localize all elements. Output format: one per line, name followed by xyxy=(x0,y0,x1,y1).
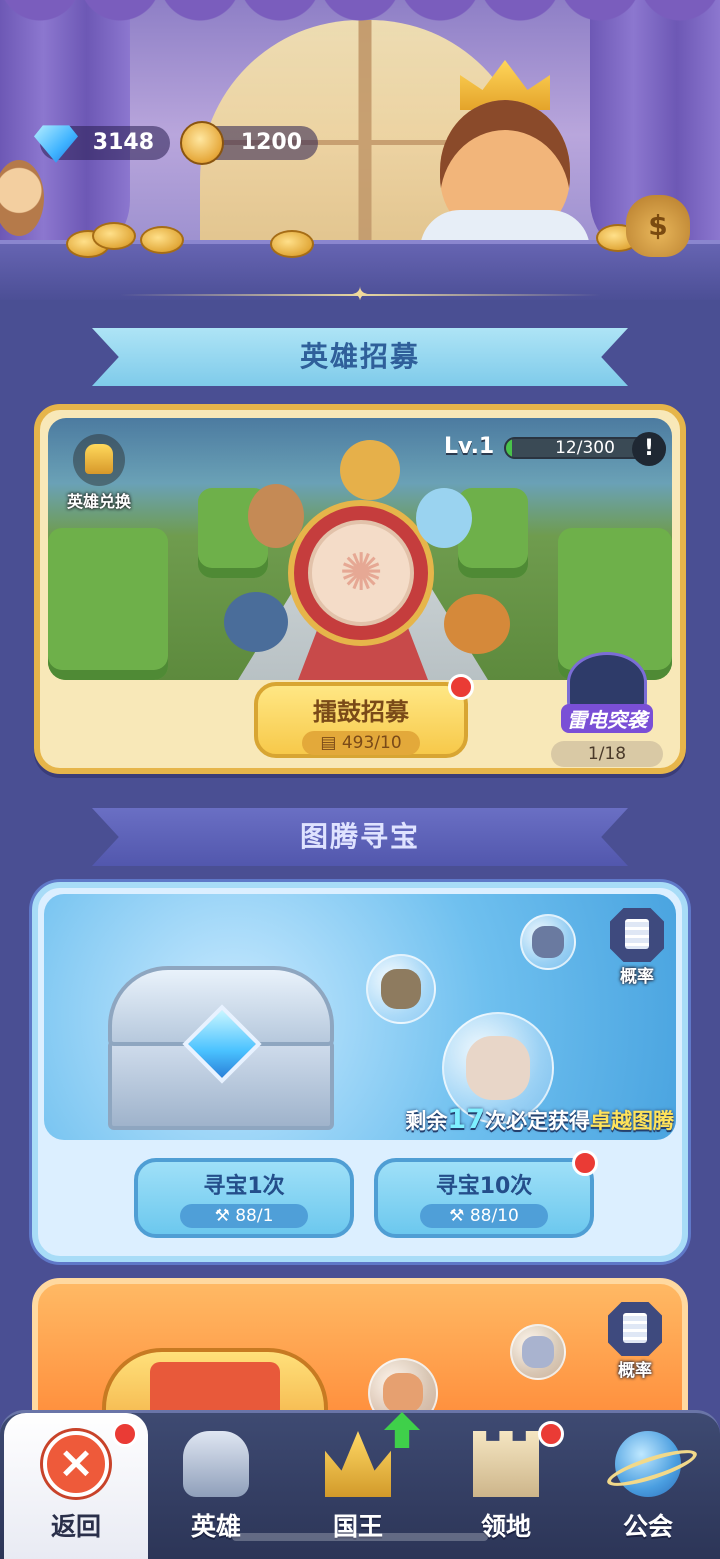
cat-totem-icon xyxy=(383,1373,423,1413)
hammer-icon: ⚒ xyxy=(449,1206,470,1226)
guarantee-mid: 次必定获得 xyxy=(485,1109,590,1133)
treasure-rate-button[interactable]: 概率 xyxy=(604,908,670,988)
notification-dot xyxy=(112,1421,138,1447)
notification-dot xyxy=(448,674,474,700)
home-indicator xyxy=(232,1533,488,1541)
helmet-exchange-icon xyxy=(73,434,125,486)
drum-recruit-label: 擂鼓招募 xyxy=(313,698,409,726)
coin-pile xyxy=(270,230,314,258)
hero-exchange-button[interactable]: 英雄兑换 xyxy=(56,434,142,514)
hero-ice-mage xyxy=(416,488,472,548)
hero-gunner xyxy=(444,594,510,654)
totem-bubble-owl xyxy=(366,954,436,1024)
hero-mushroom xyxy=(340,440,400,500)
hedge xyxy=(458,488,528,578)
seek-ten-cost-value: 88/10 xyxy=(469,1206,519,1226)
recruit-section-title: 英雄招募 xyxy=(92,328,628,386)
document-icon xyxy=(610,908,664,962)
seek-ten-label: 寻宝10次 xyxy=(435,1174,533,1199)
stage-header: $ ✦ 3148 1200 xyxy=(0,0,720,300)
gold-counter[interactable]: 1200 xyxy=(180,121,318,165)
seek-once-button[interactable]: 寻宝1次 ⚒ 88/1 xyxy=(134,1158,354,1238)
nav-back[interactable]: × 返回 xyxy=(4,1413,148,1559)
hero-fisher xyxy=(224,592,288,652)
treasure-scene: 概率 剩余17次必定获得卓越图腾 xyxy=(44,894,676,1140)
seek-once-cost-value: 88/1 xyxy=(235,1206,274,1226)
king-character xyxy=(420,60,590,270)
castle-icon xyxy=(473,1431,539,1497)
seek-once-cost: ⚒ 88/1 xyxy=(180,1204,308,1228)
orange-rate-button[interactable]: 概率 xyxy=(602,1302,668,1382)
hero-exchange-label: 英雄兑换 xyxy=(66,492,131,511)
gold-coin-icon xyxy=(180,121,224,165)
close-icon: × xyxy=(43,1431,109,1497)
gem-counter[interactable]: 3148 xyxy=(34,125,170,163)
drum-recruit-button[interactable]: 擂鼓招募 ▤ 493/10 xyxy=(254,674,474,758)
document-icon xyxy=(608,1302,662,1356)
bull-skull-totem-icon xyxy=(465,1035,531,1101)
nav-back-label: 返回 xyxy=(50,1512,101,1541)
hero-bear xyxy=(248,484,304,548)
guarantee-prefix: 剩余 xyxy=(405,1109,448,1133)
totem-treasure-card: 概率 剩余17次必定获得卓越图腾 寻宝1次 ⚒ 88/1 寻宝10次 ⚒ 88/… xyxy=(32,882,688,1262)
notification-dot xyxy=(572,1150,598,1176)
orange-rate-label: 概率 xyxy=(618,1361,652,1381)
treasure-rate-label: 概率 xyxy=(620,967,654,987)
level-label: Lv.1 xyxy=(444,434,495,459)
nav-guild[interactable]: 公会 xyxy=(576,1413,720,1559)
drum-recruit-cost: ▤ 493/10 xyxy=(302,731,420,755)
star-ornament-icon: ✦ xyxy=(351,282,369,300)
gem-value: 3148 xyxy=(92,130,154,155)
silver-treasure-chest[interactable] xyxy=(108,966,334,1136)
guarantee-text: 剩余17次必定获得卓越图腾 xyxy=(374,1104,674,1135)
seek-once-label: 寻宝1次 xyxy=(203,1174,285,1199)
drum-emblem-icon: ✺ xyxy=(308,520,414,626)
drum-recruit-cost-value: 493/10 xyxy=(341,733,402,753)
hedge xyxy=(48,528,168,680)
war-drum[interactable]: ✺ xyxy=(288,500,434,646)
seek-ten-button[interactable]: 寻宝10次 ⚒ 88/10 xyxy=(374,1150,598,1238)
treasure-section-title: 图腾寻宝 xyxy=(92,808,628,866)
owl-totem-icon xyxy=(381,969,421,1009)
hammer-icon: ⚒ xyxy=(214,1206,236,1226)
thunder-raid-event[interactable]: 雷电突袭 1/18 xyxy=(548,652,666,767)
seek-ten-cost: ⚒ 88/10 xyxy=(420,1204,548,1228)
planet-icon xyxy=(615,1431,681,1497)
thunder-hero-portrait xyxy=(567,652,647,712)
recruit-scene: ✺ 英雄兑换 Lv.1 12/300 ! xyxy=(48,418,672,680)
totem-bubble-white-tiger xyxy=(510,1324,566,1380)
gold-value: 1200 xyxy=(240,130,302,155)
coin-pile xyxy=(92,222,136,250)
thunder-raid-name: 雷电突袭 xyxy=(561,704,653,733)
scroll-icon: ▤ xyxy=(320,733,342,753)
totem-bubble-tiger xyxy=(520,914,576,970)
white-tiger-totem-icon xyxy=(522,1336,554,1368)
notification-dot xyxy=(538,1421,564,1447)
helmet-icon xyxy=(183,1431,249,1497)
info-icon[interactable]: ! xyxy=(632,432,666,466)
crown-icon xyxy=(325,1431,391,1497)
coin-pile xyxy=(140,226,184,254)
money-bag-icon: $ xyxy=(626,195,690,257)
curtain-top xyxy=(0,0,720,50)
thunder-raid-progress: 1/18 xyxy=(551,741,663,767)
tiger-totem-icon xyxy=(532,926,564,958)
guarantee-item: 卓越图腾 xyxy=(590,1109,674,1133)
guarantee-count: 17 xyxy=(447,1104,485,1135)
recruit-card: ✺ 英雄兑换 Lv.1 12/300 ! 擂鼓招募 ▤ 493/10 雷电突袭 … xyxy=(34,404,686,774)
nav-guild-label: 公会 xyxy=(622,1512,673,1541)
